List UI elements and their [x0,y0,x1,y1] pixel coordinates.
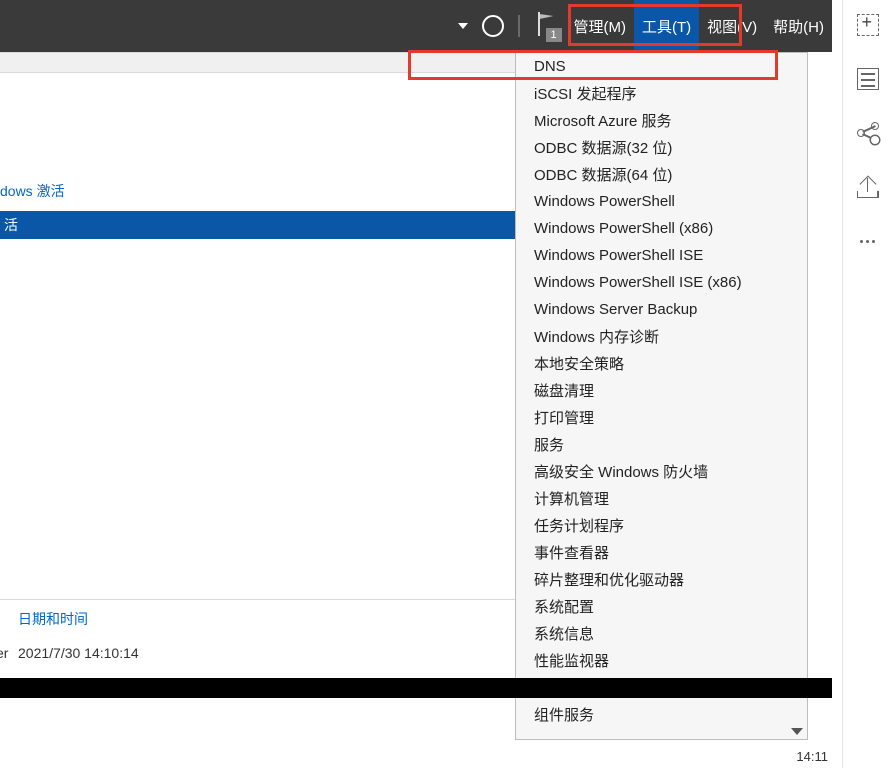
tools-menu-item[interactable]: 打印管理 [516,404,807,431]
menu-view[interactable]: 视图(V) [699,0,765,52]
tools-menu-item[interactable]: 组件服务 [516,701,807,728]
tools-menu-item[interactable]: 系统配置 [516,593,807,620]
date-time-link[interactable]: 日期和时间 [18,609,88,629]
content-spacer [0,53,515,73]
more-icon[interactable] [857,230,879,252]
text-fragment: er [0,645,8,661]
tools-menu-item[interactable]: DNS [516,53,807,80]
taskbar-strip [0,678,832,698]
server-manager-topbar: 1 管理(M) 工具(T) 视图(V) 帮助(H) [0,0,832,52]
menu-manage[interactable]: 管理(M) [566,0,635,52]
notifications-button[interactable]: 1 [526,0,566,52]
refresh-button[interactable] [474,0,512,52]
menu-help[interactable]: 帮助(H) [765,0,832,52]
tools-menu-item[interactable]: ODBC 数据源(64 位) [516,161,807,188]
tools-dropdown-menu: DNSiSCSI 发起程序Microsoft Azure 服务ODBC 数据源(… [515,52,808,740]
selected-row-label: 活 [4,215,18,235]
tools-menu-item[interactable]: 碎片整理和优化驱动器 [516,566,807,593]
flag-icon [538,12,540,36]
menu-tools[interactable]: 工具(T) [634,0,699,52]
export-icon[interactable] [857,176,879,198]
tools-menu-item[interactable]: Windows Server Backup [516,296,807,323]
tools-menu-item[interactable]: Microsoft Azure 服务 [516,107,807,134]
tools-menu-item[interactable]: 计算机管理 [516,485,807,512]
tools-menu-item[interactable]: 系统信息 [516,620,807,647]
tools-menu-item[interactable]: 高级安全 Windows 防火墙 [516,458,807,485]
content-pane: dows 激活 活 日期和时间 er 2021/7/30 14:10:14 [0,52,515,768]
clock: 14:11 [796,749,828,764]
refresh-icon [482,15,504,37]
dropdown-caret-icon[interactable] [458,23,468,29]
tools-menu-item[interactable]: Windows PowerShell (x86) [516,215,807,242]
right-action-sidebar [842,0,892,768]
tools-menu-item[interactable]: iSCSI 发起程序 [516,80,807,107]
selected-row[interactable]: 活 [0,211,515,239]
tools-menu-item[interactable]: 服务 [516,431,807,458]
date-time-value: 2021/7/30 14:10:14 [18,645,139,661]
tools-menu-item[interactable]: Windows PowerShell ISE (x86) [516,269,807,296]
windows-activate-link[interactable]: dows 激活 [0,181,65,201]
tools-menu-item[interactable]: Windows PowerShell [516,188,807,215]
divider [0,599,515,600]
separator [518,15,520,37]
tools-menu-item[interactable]: ODBC 数据源(32 位) [516,134,807,161]
tools-menu-item[interactable]: 磁盘清理 [516,377,807,404]
notification-badge: 1 [546,28,562,42]
tools-menu-item[interactable]: Windows PowerShell ISE [516,242,807,269]
tools-menu-item[interactable]: Windows 内存诊断 [516,323,807,350]
scroll-down-icon[interactable] [791,728,803,735]
list-icon[interactable] [857,68,879,90]
add-icon[interactable] [857,14,879,36]
tools-menu-item[interactable]: 本地安全策略 [516,350,807,377]
tools-menu-item[interactable]: 事件查看器 [516,539,807,566]
tools-menu-item[interactable]: 性能监视器 [516,647,807,674]
share-icon[interactable] [857,122,879,144]
tools-menu-item[interactable]: 任务计划程序 [516,512,807,539]
